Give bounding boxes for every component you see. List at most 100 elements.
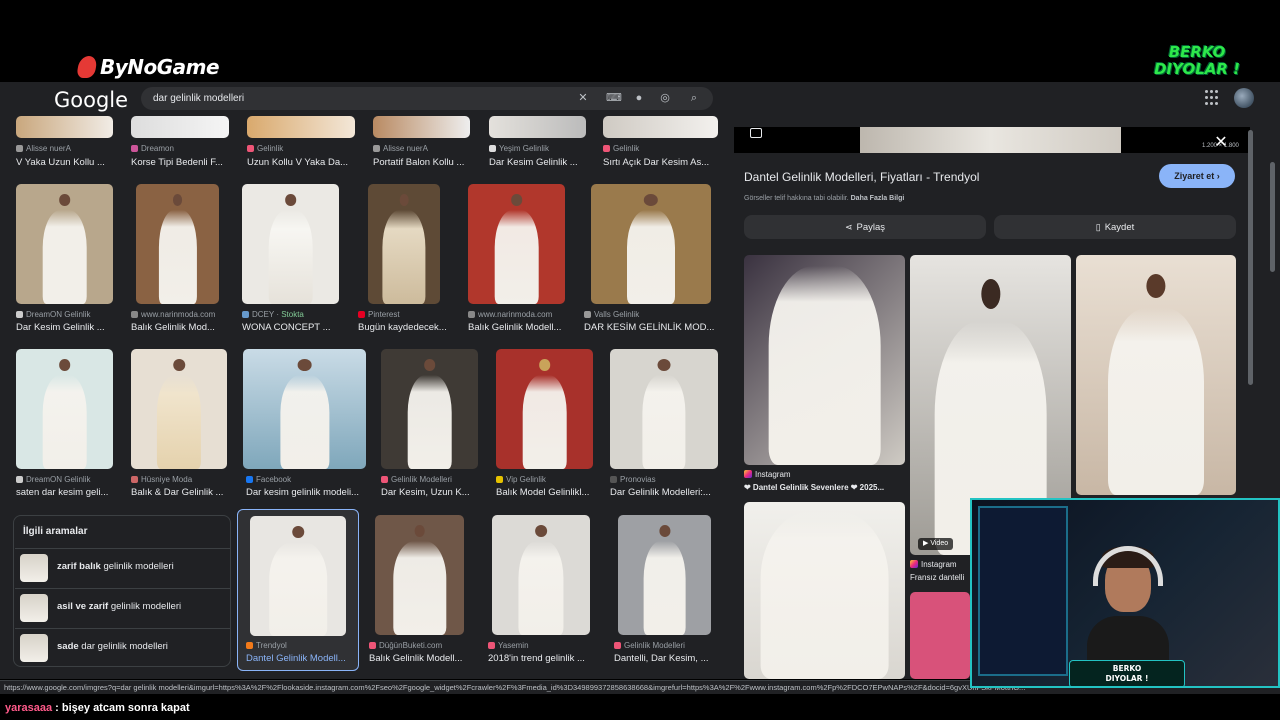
result-caption[interactable]: saten dar kesim geli... [16,487,114,498]
similar-image[interactable] [744,502,905,679]
result-caption[interactable]: Balık Gelinlik Modell... [468,322,568,333]
result-caption[interactable]: Balık Model Gelinlikl... [496,487,594,498]
result-image[interactable] [131,349,227,469]
stream-frame: ByNoGame BERKO DIYOLAR ! Google ✕ ⌨ ● ◎ … [0,0,1280,720]
result-image[interactable] [489,116,586,138]
result-caption[interactable]: Dar Kesim Gelinlik ... [16,322,126,333]
result-image[interactable] [16,349,113,469]
copyright-notice: Görseller telif hakkına tabi olabilir. D… [744,195,905,202]
result-source: Alisse nuerA [16,144,126,153]
similar-caption[interactable]: ❤ Dantel Gelinlik Sevenlere ❤ 2025... [744,483,904,492]
apps-grid-icon[interactable] [1205,90,1221,106]
search-input[interactable] [153,91,553,106]
result-caption[interactable]: Bugün kaydedecek... [358,322,458,333]
result-image[interactable] [136,184,219,304]
result-image[interactable] [16,184,113,304]
result-caption[interactable]: 2018'in trend gelinlik ... [488,653,592,664]
search-icon[interactable]: ⌕ [686,90,702,106]
search-bar[interactable]: ✕ ⌨ ● ◎ ⌕ [141,87,713,110]
result-image[interactable] [16,116,113,138]
result-image[interactable] [468,184,565,304]
similar-image[interactable] [1076,255,1236,495]
close-icon[interactable]: ✕ [1214,135,1228,151]
lens-icon[interactable]: ◎ [657,90,673,106]
result-caption[interactable]: Dar Gelinlik Modelleri:... [610,487,718,498]
result-caption[interactable]: Dar Kesim, Uzun K... [381,487,479,498]
result-image[interactable] [591,184,711,304]
result-image[interactable] [242,184,339,304]
result-caption[interactable]: Dar Kesim Gelinlik ... [489,157,589,168]
similar-caption[interactable]: Fransız dantelli [910,573,964,582]
result-image[interactable] [243,349,366,469]
result-source: DüğünBuketi.com [369,641,479,650]
selected-result[interactable]: Trendyol Dantel Gelinlik Modell... [237,509,359,671]
result-source: Gelinlik Modelleri [614,641,724,650]
related-search-item[interactable]: sade dar gelinlik modelleri [15,628,231,666]
result-source: www.narinmoda.com [468,310,578,319]
result-image[interactable] [250,516,346,636]
result-caption[interactable]: Balık & Dar Gelinlik ... [131,487,229,498]
related-thumb [20,554,48,582]
result-caption[interactable]: DAR KESİM GELİNLİK MOD... [584,322,716,333]
similar-image[interactable] [910,592,970,679]
google-header: Google ✕ ⌨ ● ◎ ⌕ [0,82,1280,116]
result-source: Pinterest [358,310,458,319]
related-search-item[interactable]: asil ve zarif gelinlik modelleri [15,588,231,626]
result-caption[interactable]: Balık Gelinlik Modell... [369,653,469,664]
result-source: Facebook [246,475,366,484]
result-caption[interactable]: V Yaka Uzun Kollu ... [16,157,126,168]
visit-button[interactable]: Ziyaret et › [1159,164,1235,188]
result-source: Gelinlik Modelleri [381,475,491,484]
result-image[interactable] [381,349,478,469]
result-caption[interactable]: Balık Gelinlik Mod... [131,322,229,333]
result-caption[interactable]: Dar kesim gelinlik modeli... [246,487,366,498]
result-image[interactable] [618,515,711,635]
similar-source: Instagram [910,560,957,569]
preview-image-strip: 1.200 × 1.800 ✕ [734,127,1250,153]
result-caption[interactable]: WONA CONCEPT ... [242,322,342,333]
result-source: Pronovias [610,475,718,484]
result-caption[interactable]: Uzun Kollu V Yaka Da... [247,157,355,168]
result-image[interactable] [375,515,464,635]
related-thumb [20,634,48,662]
result-source: Gelinlik [247,144,357,153]
mic-icon[interactable]: ● [631,90,647,106]
streamer-logo-line2: DIYOLAR ! [1154,60,1240,78]
related-search-label: sade dar gelinlik modelleri [57,641,168,652]
cam-badge: BERKO DIYOLAR ! [1069,660,1185,686]
result-caption[interactable]: Sırtı Açık Dar Kesim As... [603,157,718,168]
result-image[interactable] [610,349,718,469]
save-button[interactable]: ▯ Kaydet [994,215,1236,239]
bynogame-flame-icon [76,56,98,78]
streamer-logo-line1: BERKO [1168,43,1226,61]
chat-message: yarasaaa : bişey atcam sonra kapat [5,702,190,714]
result-source: Vip Gelinlik [496,475,606,484]
result-caption[interactable]: Dantel Gelinlik Modell... [246,653,358,664]
preview-title[interactable]: Dantel Gelinlik Modelleri, Fiyatları - T… [744,170,979,184]
panel-scrollbar[interactable] [1248,130,1254,530]
result-caption[interactable]: Portatif Balon Kollu ... [373,157,473,168]
clear-icon[interactable]: ✕ [575,90,591,106]
result-caption[interactable]: Dantelli, Dar Kesim, ... [614,653,714,664]
keyboard-icon[interactable]: ⌨ [606,90,622,106]
streamer-logo: BERKO DIYOLAR ! [1154,44,1240,78]
result-image[interactable] [603,116,718,138]
result-source: Yeşim Gelinlik [489,144,599,153]
result-image[interactable] [373,116,470,138]
result-source: Valls Gelinlik [584,310,714,319]
result-image[interactable] [247,116,355,138]
learn-more-link[interactable]: Daha Fazla Bilgi [851,195,905,202]
result-caption[interactable]: Korse Tipi Bedenli F... [131,157,241,168]
related-search-item[interactable]: zarif balık gelinlik modelleri [15,548,231,586]
google-logo[interactable]: Google [54,88,128,112]
similar-image[interactable] [744,255,905,465]
preview-image[interactable] [860,127,1121,153]
result-image[interactable] [131,116,229,138]
result-image[interactable] [496,349,593,469]
avatar[interactable] [1234,88,1254,108]
share-icon: ⋖ [844,222,853,232]
share-button[interactable]: ⋖ Paylaş [744,215,986,239]
result-image[interactable] [492,515,590,635]
lens-icon[interactable] [750,128,762,138]
result-image[interactable] [368,184,440,304]
